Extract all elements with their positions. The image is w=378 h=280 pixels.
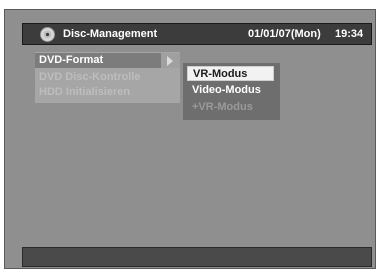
title-bar: Disc-Management 01/01/07(Mon) 19:34	[22, 23, 372, 45]
menu-item-dvd-format[interactable]: DVD-Format	[35, 53, 161, 68]
submenu-item-vr-modus[interactable]: VR-Modus	[187, 66, 274, 81]
disc-icon	[40, 27, 55, 42]
format-submenu: VR-Modus Video-Modus +VR-Modus	[183, 63, 280, 120]
status-bar	[22, 247, 372, 267]
page-title: Disc-Management	[63, 28, 158, 40]
osd-frame	[4, 9, 376, 269]
time-display: 19:34	[335, 28, 364, 40]
main-menu: DVD-Format DVD Disc-Kontrolle HDD Initia…	[35, 52, 180, 103]
submenu-item-plus-vr-modus[interactable]: +VR-Modus	[187, 100, 274, 115]
screen: Disc-Management 01/01/07(Mon) 19:34 DVD-…	[0, 0, 378, 280]
menu-item-dvd-disc-kontrolle[interactable]: DVD Disc-Kontrolle	[35, 70, 180, 85]
submenu-item-video-modus[interactable]: Video-Modus	[187, 83, 274, 98]
chevron-right-icon	[167, 56, 173, 66]
date-display: 01/01/07(Mon)	[248, 28, 321, 40]
menu-item-hdd-initialisieren[interactable]: HDD Initialisieren	[35, 85, 180, 100]
submenu-arrow[interactable]	[161, 53, 180, 68]
